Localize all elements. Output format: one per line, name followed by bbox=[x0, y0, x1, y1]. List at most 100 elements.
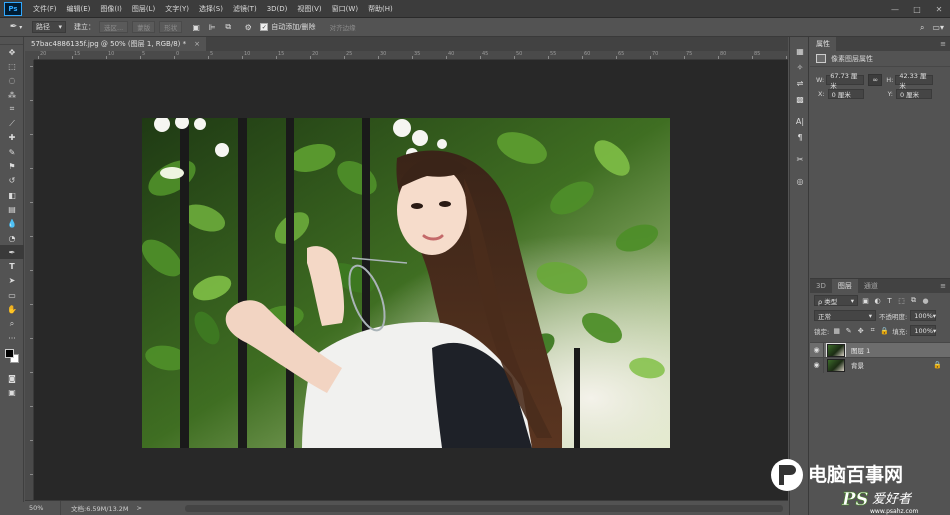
path-alignment-icon[interactable]: ⊫ bbox=[206, 21, 218, 33]
rectangle-tool-icon[interactable]: ▭ bbox=[0, 288, 24, 302]
panel-menu-icon[interactable]: ≡ bbox=[940, 37, 946, 51]
clone-stamp-tool-icon[interactable]: ⚑ bbox=[0, 159, 24, 173]
align-edges-button[interactable]: 对齐边缘 bbox=[326, 21, 360, 33]
quick-select-tool-icon[interactable]: ⁂ bbox=[0, 88, 24, 102]
lock-transparent-icon[interactable]: ▦ bbox=[832, 326, 841, 335]
toolbar-grip[interactable] bbox=[0, 37, 23, 45]
make-shape-button[interactable]: 形状 bbox=[159, 21, 183, 33]
eye-icon[interactable]: ◉ bbox=[810, 357, 824, 373]
menu-help[interactable]: 帮助(H) bbox=[363, 4, 398, 14]
panel-menu-icon[interactable]: ≡ bbox=[940, 279, 946, 293]
zoom-tool-icon[interactable]: ⌕ bbox=[0, 317, 24, 331]
filter-pixel-icon[interactable]: ▣ bbox=[861, 296, 870, 305]
marquee-tool-icon[interactable]: ⬚ bbox=[0, 59, 24, 73]
crop-tool-icon[interactable]: ⌗ bbox=[0, 102, 24, 116]
gear-icon[interactable]: ⚙ bbox=[242, 21, 254, 33]
gradient-tool-icon[interactable]: ▤ bbox=[0, 202, 24, 216]
workspace-icon[interactable]: ▭▾ bbox=[932, 23, 944, 32]
filter-adjustment-icon[interactable]: ◐ bbox=[873, 296, 882, 305]
search-icon[interactable]: ⌕ bbox=[920, 23, 924, 33]
layer-row[interactable]: ◉ 图层 1 bbox=[810, 342, 950, 358]
tab-layers[interactable]: 图层 bbox=[831, 279, 858, 293]
blend-mode-select[interactable]: 正常 ▾ bbox=[814, 310, 876, 321]
maximize-button[interactable]: □ bbox=[906, 0, 928, 18]
eyedropper-tool-icon[interactable]: ⟋ bbox=[0, 116, 24, 130]
tab-channels[interactable]: 通道 bbox=[857, 279, 884, 293]
character-panel-icon[interactable]: A| bbox=[790, 113, 810, 129]
dodge-tool-icon[interactable]: ◔ bbox=[0, 231, 24, 245]
menu-type[interactable]: 文字(Y) bbox=[160, 4, 194, 14]
canvas-area[interactable] bbox=[34, 60, 788, 500]
eye-icon[interactable]: ◉ bbox=[810, 342, 824, 358]
tool-presets-icon[interactable]: ✂ bbox=[790, 151, 810, 167]
filter-shape-icon[interactable]: ⬚ bbox=[897, 296, 906, 305]
swatches-panel-icon[interactable]: ▩ bbox=[790, 91, 810, 107]
more-tools-icon[interactable]: ··· bbox=[0, 331, 24, 345]
eraser-tool-icon[interactable]: ◧ bbox=[0, 188, 24, 202]
photo-image[interactable] bbox=[142, 118, 670, 448]
tab-3d[interactable]: 3D bbox=[810, 279, 832, 293]
lock-all-icon[interactable]: 🔒 bbox=[880, 326, 889, 335]
document-tab[interactable]: 57bac4886135f.jpg @ 50% (图层 1, RGB/8) * … bbox=[25, 37, 207, 51]
menu-3d[interactable]: 3D(D) bbox=[262, 5, 293, 13]
pen-mode-select[interactable]: 路径 ▾ bbox=[32, 21, 66, 33]
history-panel-icon[interactable]: ▦ bbox=[790, 43, 810, 59]
filter-smart-icon[interactable]: ⧉ bbox=[909, 296, 918, 305]
menu-layer[interactable]: 图层(L) bbox=[127, 4, 160, 14]
menu-filter[interactable]: 滤镜(T) bbox=[228, 4, 262, 14]
type-tool-icon[interactable]: T bbox=[0, 259, 24, 273]
height-field[interactable]: 42.33 厘米 bbox=[895, 72, 934, 90]
menu-file[interactable]: 文件(F) bbox=[28, 4, 62, 14]
close-tab-icon[interactable]: × bbox=[194, 40, 200, 48]
healing-brush-tool-icon[interactable]: ✚ bbox=[0, 131, 24, 145]
make-mask-button[interactable]: 蒙版 bbox=[132, 21, 156, 33]
lock-position-icon[interactable]: ✥ bbox=[856, 326, 865, 335]
lock-image-icon[interactable]: ✎ bbox=[844, 326, 853, 335]
pen-tool-icon[interactable]: ✒ bbox=[0, 245, 24, 260]
photoshop-window: Ps 文件(F) 编辑(E) 图像(I) 图层(L) 文字(Y) 选择(S) 滤… bbox=[0, 0, 950, 515]
ruler-horizontal[interactable]: 20 15 10 5 0 5 10 15 20 25 30 35 40 45 50 55 60 65 70 75 80 8… bbox=[34, 51, 788, 60]
adjustments-panel-icon[interactable]: ⇌ bbox=[790, 75, 810, 91]
move-tool-icon[interactable]: ✥ bbox=[0, 45, 24, 59]
y-field[interactable]: 0 厘米 bbox=[895, 89, 932, 99]
menu-window[interactable]: 窗口(W) bbox=[327, 4, 363, 14]
width-field[interactable]: 67.73 厘米 bbox=[826, 72, 865, 90]
minimize-button[interactable]: — bbox=[884, 0, 906, 18]
opacity-field[interactable]: 100% ▾ bbox=[910, 310, 937, 321]
menu-image[interactable]: 图像(I) bbox=[95, 4, 127, 14]
close-window-button[interactable]: ✕ bbox=[928, 0, 950, 18]
make-selection-button[interactable]: 选区... bbox=[99, 21, 129, 33]
screen-mode-icon[interactable]: ▣ bbox=[0, 386, 24, 400]
link-icon[interactable]: ∞ bbox=[868, 74, 883, 86]
lasso-tool-icon[interactable]: ◌ bbox=[0, 74, 24, 88]
doc-size-info[interactable]: 文档:6.59M/13.2M > bbox=[61, 503, 142, 513]
foreground-color-swatch[interactable] bbox=[5, 349, 14, 359]
path-arrangement-icon[interactable]: ⧉ bbox=[222, 21, 234, 33]
path-operations-icon[interactable]: ▣ bbox=[190, 21, 202, 33]
menu-select[interactable]: 选择(S) bbox=[194, 4, 228, 14]
tab-properties[interactable]: 属性 bbox=[810, 37, 836, 51]
ruler-vertical[interactable] bbox=[25, 60, 34, 500]
layer-row[interactable]: ◉ 背景 🔒 bbox=[810, 357, 950, 373]
path-selection-tool-icon[interactable]: ➤ bbox=[0, 274, 24, 288]
brush-panel-icon[interactable]: ✧ bbox=[790, 59, 810, 75]
auto-add-delete-checkbox[interactable]: ✓ bbox=[260, 23, 269, 31]
layer-filter-select[interactable]: ρ 类型 ▾ bbox=[814, 295, 858, 306]
paragraph-panel-icon[interactable]: ¶ bbox=[790, 129, 810, 145]
paths-panel-icon[interactable]: ◎ bbox=[790, 173, 810, 189]
filter-type-icon[interactable]: T bbox=[885, 296, 894, 305]
menu-edit[interactable]: 编辑(E) bbox=[62, 4, 96, 14]
history-brush-tool-icon[interactable]: ↺ bbox=[0, 174, 24, 188]
fill-field[interactable]: 100% ▾ bbox=[910, 325, 937, 336]
hand-tool-icon[interactable]: ✋ bbox=[0, 302, 24, 316]
horizontal-scrollbar[interactable] bbox=[185, 505, 783, 512]
zoom-level[interactable]: 50% bbox=[25, 500, 61, 515]
x-field[interactable]: 0 厘米 bbox=[827, 89, 864, 99]
brush-tool-icon[interactable]: ✎ bbox=[0, 145, 24, 159]
blur-tool-icon[interactable]: 💧 bbox=[0, 217, 24, 231]
pen-tool-preset[interactable]: ✒ ▾ bbox=[4, 20, 28, 35]
filter-toggle-icon[interactable]: ● bbox=[921, 296, 930, 305]
lock-artboard-icon[interactable]: ⌗ bbox=[868, 326, 877, 335]
quick-mask-icon[interactable]: ◙ bbox=[0, 371, 24, 385]
menu-view[interactable]: 视图(V) bbox=[292, 4, 326, 14]
